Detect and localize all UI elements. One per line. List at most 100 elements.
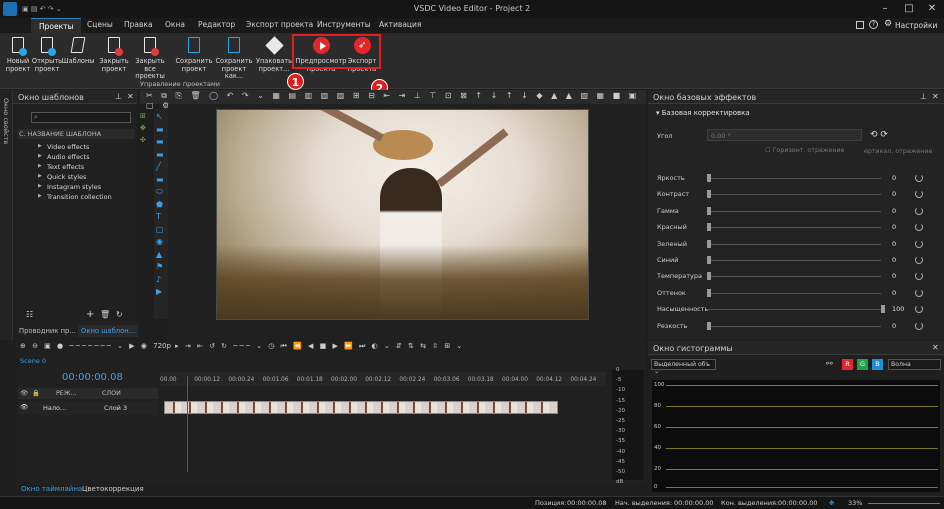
timeline-track-row[interactable]: 👁 Нало... Слой 3 <box>18 401 158 415</box>
histogram-source-select[interactable]: Выделенный объ ⌄ <box>651 359 716 375</box>
effect-slider-knob[interactable] <box>707 239 711 248</box>
effect-slider-knob[interactable] <box>707 256 711 264</box>
pack-project-button[interactable]: Упаковать проект... <box>255 35 293 73</box>
track-blend-select[interactable]: Нало... <box>43 404 66 412</box>
panel-close-icon[interactable]: ✕ <box>932 343 939 352</box>
effect-slider[interactable] <box>707 227 881 229</box>
help-icon[interactable]: ? <box>869 20 878 29</box>
tree-item-instagram-styles[interactable]: Instagram styles <box>38 183 101 191</box>
pin-icon[interactable]: ⊥ <box>920 92 927 101</box>
close-window-button[interactable]: ✕ <box>921 2 943 16</box>
effect-slider-knob[interactable] <box>881 305 885 314</box>
menu-export[interactable]: Экспорт проекта <box>246 20 313 29</box>
effect-slider[interactable] <box>707 276 881 278</box>
minimize-button[interactable]: – <box>874 2 896 16</box>
menu-editor[interactable]: Редактор <box>198 20 235 29</box>
maximize-button[interactable]: □ <box>898 2 920 16</box>
effect-value[interactable]: 0 <box>892 240 896 248</box>
lock-icon[interactable]: 🔒 <box>32 389 40 397</box>
reset-icon[interactable] <box>915 239 923 248</box>
angle-input[interactable]: 0.00 ° <box>707 129 862 141</box>
panel-close-icon[interactable]: ✕ <box>127 92 134 101</box>
hflip-checkbox[interactable]: ☐ Горизонт. отражение <box>765 147 844 154</box>
effect-slider-knob[interactable] <box>707 190 711 199</box>
tree-item-audio-effects[interactable]: Audio effects <box>38 153 89 161</box>
template-search-input[interactable]: ⌕ <box>31 112 131 123</box>
properties-vertical-tab[interactable]: Окно свойств <box>0 90 13 340</box>
open-project-button[interactable]: Открыть проект <box>31 35 63 73</box>
zoom-slider[interactable] <box>868 503 940 504</box>
save-project-button[interactable]: Сохранить проект <box>175 35 213 73</box>
channel-b-button[interactable]: B <box>872 359 883 370</box>
new-project-button[interactable]: Новый проект <box>3 35 33 73</box>
video-preview-frame[interactable] <box>216 109 589 320</box>
track-visibility-icon[interactable]: 👁 <box>20 403 28 411</box>
tab-templates[interactable]: Окно шаблон... <box>78 325 139 337</box>
close-all-projects-button[interactable]: Закрыть все проекты <box>130 35 170 81</box>
effect-value[interactable]: 0 <box>892 289 896 297</box>
video-clip[interactable] <box>164 401 558 414</box>
settings-label[interactable]: Настройки <box>895 21 937 30</box>
tree-item-video-effects[interactable]: Video effects <box>38 143 89 151</box>
histogram-mode-icon[interactable]: ⚯ <box>826 359 833 368</box>
zoom-fit-icon[interactable]: ✥ <box>829 499 834 507</box>
list-icon[interactable]: ☷ <box>26 310 33 319</box>
effect-slider[interactable] <box>707 325 881 327</box>
menu-activation[interactable]: Активация <box>379 20 421 29</box>
effect-slider[interactable] <box>707 194 881 196</box>
channel-r-button[interactable]: R <box>842 359 853 370</box>
refresh-icon[interactable]: ↻ <box>116 310 123 319</box>
effect-slider-knob[interactable] <box>707 288 711 297</box>
effect-slider[interactable] <box>707 309 881 311</box>
effect-slider[interactable] <box>707 243 881 245</box>
tree-item-transition-collection[interactable]: Transition collection <box>38 193 112 201</box>
effect-slider[interactable] <box>707 178 881 179</box>
tree-item-quick-styles[interactable]: Quick styles <box>38 173 87 181</box>
scene-tab[interactable]: Scene 0 <box>20 357 46 365</box>
effect-value[interactable]: 100 <box>892 305 904 313</box>
tab-color-correction[interactable]: Цветокоррекция <box>82 485 144 493</box>
reset-icon[interactable] <box>915 288 923 297</box>
channel-g-button[interactable]: G <box>857 359 868 370</box>
menu-projects[interactable]: Проекты <box>31 18 82 33</box>
tab-timeline[interactable]: Окно таймлайна <box>21 485 82 493</box>
add-icon[interactable]: + <box>86 309 94 320</box>
pin-icon[interactable]: ⊥ <box>115 92 122 101</box>
close-project-button[interactable]: Закрыть проект <box>98 35 130 73</box>
effect-slider-knob[interactable] <box>707 272 711 281</box>
menu-edit[interactable]: Правка <box>124 20 153 29</box>
effect-value[interactable]: 0 <box>892 272 896 280</box>
left-mini-icons[interactable]: ⊞ ✥ ✣ <box>140 110 152 146</box>
settings-gear-icon[interactable]: ⚙ <box>884 19 892 29</box>
rotate-buttons[interactable]: ⟲ ⟳ <box>870 130 888 140</box>
effect-slider-knob[interactable] <box>707 321 711 330</box>
menu-windows[interactable]: Окна <box>165 20 185 29</box>
effect-value[interactable]: 0 <box>892 256 896 264</box>
effect-value[interactable]: 0 <box>892 190 896 198</box>
effect-value[interactable]: 0 <box>892 322 896 330</box>
effect-slider[interactable] <box>707 292 881 294</box>
effect-slider[interactable] <box>707 210 881 212</box>
templates-button[interactable]: Шаблоны <box>61 35 95 66</box>
delete-icon[interactable]: 🗑 <box>100 310 110 319</box>
playhead[interactable] <box>187 376 188 472</box>
save-project-as-button[interactable]: Сохранить проект как... <box>213 35 255 81</box>
reset-icon[interactable] <box>915 174 923 182</box>
effect-value[interactable]: 0 <box>892 174 896 182</box>
menu-scenes[interactable]: Сцены <box>87 20 113 29</box>
reset-icon[interactable] <box>915 206 923 215</box>
effect-slider-knob[interactable] <box>707 206 711 215</box>
tab-project-explorer[interactable]: Проводник пр... <box>19 327 76 335</box>
effect-slider-knob[interactable] <box>707 174 711 182</box>
effect-slider-knob[interactable] <box>707 223 711 232</box>
vflip-checkbox[interactable]: ертикал. отражение <box>864 148 932 155</box>
effect-value[interactable]: 0 <box>892 223 896 231</box>
effect-value[interactable]: 0 <box>892 207 896 215</box>
reset-icon[interactable] <box>915 321 923 330</box>
tools-icons[interactable]: ↖▬▬▬╱▬⬭⬟T▢◉▲⚑♪▶ <box>156 111 166 299</box>
reset-icon[interactable] <box>915 256 923 264</box>
tree-item-text-effects[interactable]: Text effects <box>38 163 84 171</box>
menu-tools[interactable]: Инструменты <box>317 20 371 29</box>
eye-icon[interactable]: 👁 <box>20 389 28 397</box>
panel-close-icon[interactable]: ✕ <box>932 92 939 101</box>
